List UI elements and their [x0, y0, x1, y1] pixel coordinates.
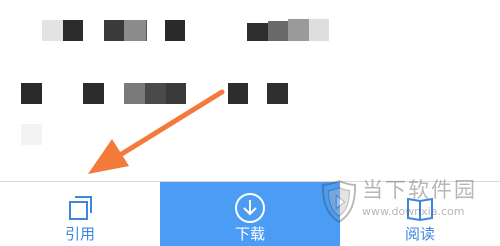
bottom-action-bar: 引用 下载 阅读 — [0, 181, 500, 246]
cite-label: 引用 — [64, 225, 95, 243]
cite-button[interactable]: 引用 — [0, 182, 160, 246]
read-button[interactable]: 阅读 — [340, 182, 500, 246]
circle-download-icon — [235, 193, 265, 223]
copy-squares-icon — [69, 196, 92, 220]
download-label: 下载 — [234, 225, 265, 243]
download-button[interactable]: 下载 — [160, 182, 340, 246]
content-area — [0, 0, 500, 181]
read-label: 阅读 — [404, 225, 435, 243]
orange-arrow-icon — [88, 89, 225, 174]
open-book-icon — [407, 197, 433, 222]
